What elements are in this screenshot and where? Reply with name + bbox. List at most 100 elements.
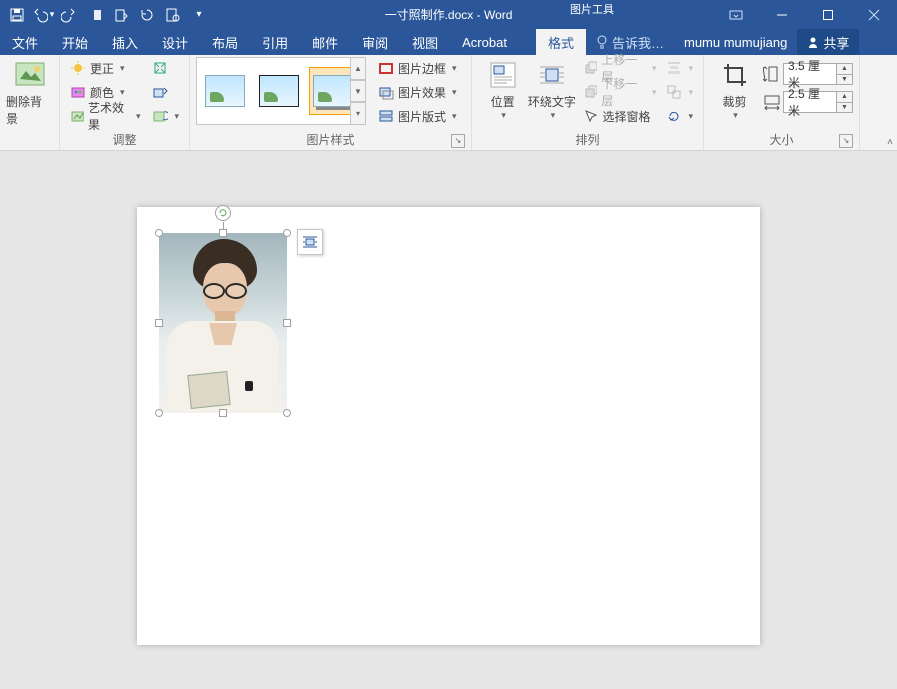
ribbon-tabs: 文件 开始 插入 设计 布局 引用 邮件 审阅 视图 Acrobat 格式 告诉…: [0, 29, 897, 55]
share-button[interactable]: 共享: [797, 29, 859, 55]
width-up[interactable]: ▲: [837, 92, 852, 103]
height-down[interactable]: ▼: [837, 75, 852, 85]
chevron-down-icon: ▾: [652, 63, 657, 74]
picture-layout-button[interactable]: 图片版式▾: [374, 105, 461, 127]
tab-format[interactable]: 格式: [536, 29, 586, 55]
width-input[interactable]: 2.5 厘米▲▼: [783, 91, 853, 113]
group-icon: [666, 84, 682, 100]
minimize-button[interactable]: [759, 0, 805, 29]
reset-icon: [152, 108, 168, 124]
compress-pictures-button[interactable]: [148, 57, 183, 79]
resize-handle-br[interactable]: [283, 409, 291, 417]
chevron-down-icon: ▾: [452, 63, 457, 74]
height-up[interactable]: ▲: [837, 64, 852, 75]
tab-file[interactable]: 文件: [0, 29, 50, 55]
style-thumb-2[interactable]: [255, 67, 303, 115]
group-objects-button: ▾: [662, 81, 697, 103]
palette-icon: [70, 84, 86, 100]
close-button[interactable]: [851, 0, 897, 29]
tab-design[interactable]: 设计: [150, 29, 200, 55]
chevron-down-icon: ▾: [688, 87, 693, 98]
picture-effects-button[interactable]: 图片效果▾: [374, 81, 461, 103]
app-name: Word: [484, 8, 512, 22]
title-bar: ▾ ▾ 一寸照制作.docx - Word 图片工具: [0, 0, 897, 29]
resize-handle-bl[interactable]: [155, 409, 163, 417]
rotate-button[interactable]: ▾: [662, 105, 697, 127]
picture-styles-gallery[interactable]: ▲ ▼ ▾: [196, 57, 366, 125]
redo-button[interactable]: [56, 2, 82, 28]
chevron-down-icon: ▾: [452, 111, 457, 122]
rotate-icon: [666, 108, 682, 124]
remove-bg-icon: [14, 59, 46, 91]
selected-picture[interactable]: [159, 233, 287, 413]
selection-pane-button[interactable]: 选择窗格: [579, 105, 661, 127]
brightness-icon: [70, 60, 86, 76]
qat-preview-icon[interactable]: [160, 2, 186, 28]
qat-customize-button[interactable]: ▾: [186, 2, 212, 28]
collapse-ribbon-button[interactable]: ˄: [887, 137, 893, 148]
border-icon: [378, 60, 394, 76]
tab-home[interactable]: 开始: [50, 29, 100, 55]
ribbon-display-button[interactable]: [713, 0, 759, 29]
group-label-adjust: 调整: [66, 132, 183, 150]
page[interactable]: [137, 207, 760, 645]
tell-me-label: 告诉我…: [612, 33, 664, 52]
align-button: ▾: [662, 57, 697, 79]
document-canvas[interactable]: [0, 151, 897, 689]
tab-review[interactable]: 审阅: [350, 29, 400, 55]
wrap-icon: [536, 59, 568, 91]
picture-border-button[interactable]: 图片边框▾: [374, 57, 461, 79]
layout-convert-icon: [378, 108, 394, 124]
position-button[interactable]: 位置▾: [478, 57, 527, 121]
size-dialog-launcher[interactable]: ↘: [839, 134, 853, 148]
tab-references[interactable]: 引用: [250, 29, 300, 55]
remove-background-button[interactable]: 删除背景: [6, 57, 53, 127]
chevron-down-icon: ▾: [501, 110, 506, 121]
send-backward-button: 下移一层▾: [579, 81, 661, 103]
styles-dialog-launcher[interactable]: ↘: [451, 134, 465, 148]
gallery-up-button[interactable]: ▲: [350, 57, 366, 80]
align-icon: [666, 60, 682, 76]
contextual-group-label: 图片工具: [560, 0, 624, 18]
tab-view[interactable]: 视图: [400, 29, 450, 55]
qat-refresh-icon[interactable]: [134, 2, 160, 28]
backward-icon: [583, 84, 598, 100]
gallery-down-button[interactable]: ▼: [350, 80, 366, 103]
layout-options-icon: [301, 233, 319, 251]
crop-button[interactable]: 裁剪▾: [710, 57, 759, 121]
style-thumb-1[interactable]: [201, 67, 249, 115]
change-picture-button[interactable]: [148, 81, 183, 103]
chevron-down-icon: ▾: [136, 111, 141, 122]
share-label: 共享: [823, 33, 849, 52]
height-icon: [763, 66, 781, 82]
height-input[interactable]: 3.5 厘米▲▼: [783, 63, 853, 85]
undo-button[interactable]: ▾: [30, 2, 56, 28]
tab-acrobat[interactable]: Acrobat: [450, 29, 519, 55]
resize-handle-b[interactable]: [219, 409, 227, 417]
tab-insert[interactable]: 插入: [100, 29, 150, 55]
qat-paste-icon[interactable]: [108, 2, 134, 28]
width-down[interactable]: ▼: [837, 103, 852, 113]
resize-handle-r[interactable]: [283, 319, 291, 327]
lightbulb-icon: [596, 35, 608, 49]
width-value: 2.5 厘米: [784, 85, 836, 119]
artistic-effects-button[interactable]: 艺术效果▾: [66, 105, 144, 127]
tab-mailings[interactable]: 邮件: [300, 29, 350, 55]
tab-layout[interactable]: 布局: [200, 29, 250, 55]
gallery-scroll: ▲ ▼ ▾: [350, 57, 366, 125]
resize-handle-l[interactable]: [155, 319, 163, 327]
wrap-text-button[interactable]: 环绕文字▾: [527, 57, 576, 121]
layout-options-flyout[interactable]: [297, 229, 323, 255]
qat-app-icon[interactable]: [82, 2, 108, 28]
account-name[interactable]: mumu mumujiang: [674, 29, 797, 55]
resize-handle-tr[interactable]: [283, 229, 291, 237]
maximize-button[interactable]: [805, 0, 851, 29]
document-name: 一寸照制作.docx: [385, 8, 474, 22]
reset-picture-button[interactable]: ▾: [148, 105, 183, 127]
gallery-more-button[interactable]: ▾: [350, 102, 366, 125]
resize-handle-t[interactable]: [219, 229, 227, 237]
rotate-handle[interactable]: [215, 205, 231, 221]
resize-handle-tl[interactable]: [155, 229, 163, 237]
corrections-button[interactable]: 更正▾: [66, 57, 144, 79]
save-button[interactable]: [4, 2, 30, 28]
